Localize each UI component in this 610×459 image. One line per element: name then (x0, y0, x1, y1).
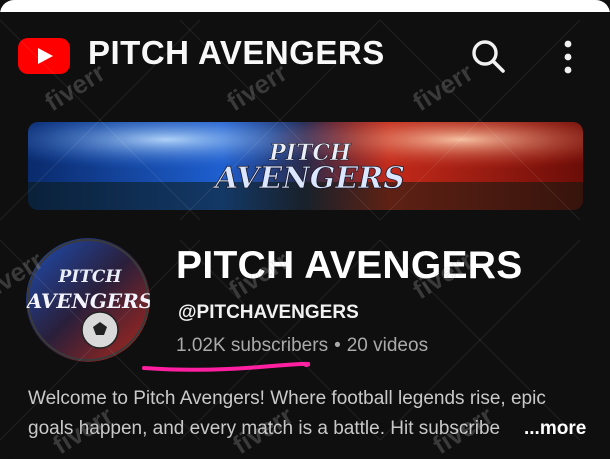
more-vert-icon[interactable] (558, 38, 578, 76)
channel-avatar[interactable]: PITCH AVENGERS (26, 238, 150, 362)
video-count[interactable]: 20 videos (347, 335, 428, 356)
channel-stats: 1.02K subscribers • 20 videos (176, 335, 428, 357)
description-line-1: Welcome to Pitch Avengers! Where footbal… (28, 388, 546, 409)
avatar-text-line2: AVENGERS (26, 289, 150, 313)
channel-handle: @PITCHAVENGERS (178, 302, 359, 323)
channel-banner[interactable]: PITCH AVENGERS (28, 122, 583, 210)
topbar-title: PITCH AVENGERS (88, 34, 385, 71)
highlight-underline (142, 361, 310, 372)
stats-separator: • (334, 335, 341, 356)
youtube-logo-icon[interactable] (18, 38, 70, 74)
banner-title-line2: AVENGERS (212, 161, 405, 196)
description-more-link[interactable]: ...more (518, 414, 587, 444)
channel-description[interactable]: Welcome to Pitch Avengers! Where footbal… (28, 384, 588, 444)
subscriber-count: 1.02K subscribers (176, 335, 329, 356)
description-line-2: goals happen, and every match is a battl… (28, 418, 501, 439)
top-app-bar: PITCH AVENGERS (0, 12, 610, 94)
status-strip (0, 0, 610, 12)
app-frame: PITCH AVENGERS PITCH AVENGERS PITCH AVEN… (0, 0, 610, 459)
avatar-text-line1: PITCH (58, 267, 123, 287)
channel-name: PITCH AVENGERS (176, 244, 523, 287)
search-icon[interactable] (470, 38, 506, 74)
